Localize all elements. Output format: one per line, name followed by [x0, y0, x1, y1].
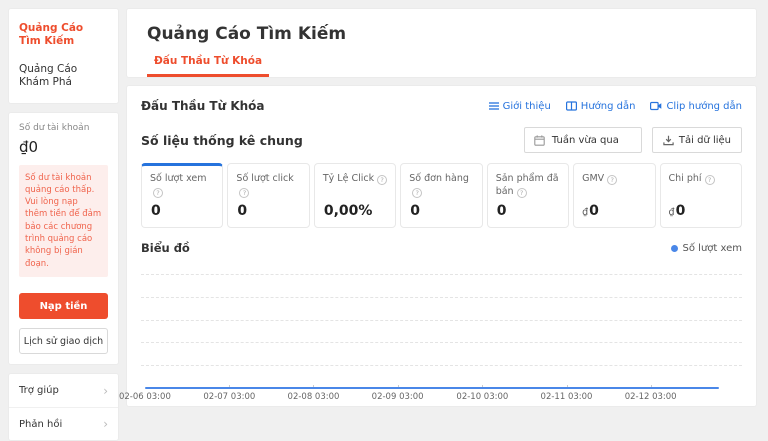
stat-label: Số đơn hàng?: [409, 173, 469, 199]
calendar-icon: [534, 134, 545, 146]
stat-value: 0,00%: [323, 203, 373, 219]
stat-label: Chi phí?: [669, 173, 733, 201]
stat-label: Sản phẩm đã bán?: [495, 173, 559, 199]
stat-cards-row: Số lượt xem? 0 Số lượt click? 0 Tỷ Lệ Cl…: [141, 163, 742, 228]
legend-dot-icon: [670, 244, 678, 252]
chart-plot-area: [141, 263, 742, 389]
stats-header-row: Số liệu thống kê chung Tuần vừa qua Tải …: [141, 127, 742, 153]
video-icon: [650, 101, 662, 111]
chart-title: Biểu đồ: [141, 241, 190, 255]
sidebar-item-discovery-ads[interactable]: Quảng Cáo Khám Phá: [19, 63, 108, 89]
stat-label: GMV?: [582, 173, 646, 201]
help-icon[interactable]: ?: [377, 175, 388, 186]
chevron-right-icon: ›: [103, 383, 108, 398]
stat-value: 0: [410, 203, 421, 219]
stat-card-ctr[interactable]: Tỷ Lệ Click? 0,00%: [313, 163, 397, 228]
gridline: [141, 297, 742, 299]
stat-card-orders[interactable]: Số đơn hàng? 0: [400, 163, 483, 228]
help-link[interactable]: Trợ giúp ›: [9, 374, 118, 407]
help-icon[interactable]: ?: [516, 188, 527, 199]
page-title: Quảng Cáo Tìm Kiếm: [147, 24, 347, 44]
sidebar-nav-card: Quảng Cáo Tìm Kiếm Quảng Cáo Khám Phá: [8, 8, 119, 104]
x-axis-label: 02-09 03:00: [371, 392, 424, 402]
stat-card-items-sold[interactable]: Sản phẩm đã bán? 0: [486, 163, 570, 228]
page: Quảng Cáo Tìm Kiếm Quảng Cáo Khám Phá Số…: [0, 0, 768, 441]
help-icon[interactable]: ?: [607, 175, 618, 186]
help-icon[interactable]: ?: [153, 188, 163, 199]
help-link-label: Trợ giúp: [19, 385, 59, 396]
date-range-value: Tuần vừa qua: [551, 134, 619, 146]
tab-keyword-bidding[interactable]: Đấu Thầu Từ Khóa: [147, 51, 270, 77]
sidebar-links-card: Trợ giúp › Phản hồi ›: [8, 373, 119, 441]
x-axis-label: 02-08 03:00: [287, 392, 340, 402]
feedback-link[interactable]: Phản hồi ›: [9, 407, 118, 440]
x-axis-label: 02-06 03:00: [118, 392, 171, 402]
intro-link-label: Giới thiệu: [502, 100, 551, 112]
stats-title: Số liệu thống kê chung: [141, 132, 303, 148]
transaction-history-button[interactable]: Lịch sử giao dịch: [19, 328, 108, 354]
balance-value: ₫0: [19, 137, 39, 156]
help-icon[interactable]: ?: [412, 188, 423, 199]
gridline: [141, 365, 742, 367]
list-icon: [488, 102, 499, 110]
help-icon[interactable]: ?: [704, 175, 715, 186]
balance-card: Số dư tài khoản ₫0 Số dư tài khoản quảng…: [8, 111, 119, 365]
stats-controls: Tuần vừa qua Tải dữ liệu: [523, 127, 742, 153]
balance-label: Số dư tài khoản: [19, 122, 90, 133]
chart-legend[interactable]: Số lượt xem: [670, 242, 742, 254]
page-header: Quảng Cáo Tìm Kiếm Đấu Thầu Từ Khóa: [126, 8, 757, 78]
stat-value: ₫0: [582, 203, 599, 219]
guide-link[interactable]: Hướng dẫn: [565, 100, 636, 112]
doc-links: Giới thiệu Hướng dẫn Clip hướng dẫn: [488, 100, 742, 112]
date-range-select[interactable]: Tuần vừa qua: [523, 127, 642, 153]
gridline: [141, 342, 742, 344]
sidebar: Quảng Cáo Tìm Kiếm Quảng Cáo Khám Phá Số…: [8, 8, 119, 441]
stat-value: 0: [237, 203, 248, 219]
gridline: [141, 319, 742, 321]
intro-link[interactable]: Giới thiệu: [488, 100, 551, 112]
book-icon: [565, 101, 577, 111]
stat-card-clicks[interactable]: Số lượt click? 0: [227, 163, 310, 228]
guide-link-label: Hướng dẫn: [580, 100, 636, 112]
x-axis-label: 02-07 03:00: [203, 392, 256, 402]
stat-card-gmv[interactable]: GMV? ₫0: [573, 163, 656, 228]
chart-x-axis: 02-06 03:00 02-07 03:00 02-08 03:00 02-0…: [119, 389, 742, 406]
low-balance-warning: Số dư tài khoản quảng cáo thấp. Vui lòng…: [19, 164, 108, 277]
main-panel: Quảng Cáo Tìm Kiếm Đấu Thầu Từ Khóa Đấu …: [119, 8, 757, 407]
stat-label: Tỷ Lệ Click?: [323, 173, 388, 201]
stat-label: Số lượt xem?: [150, 173, 207, 199]
gridline: [141, 274, 742, 276]
help-icon[interactable]: ?: [239, 188, 250, 199]
x-axis-label: 02-10 03:00: [456, 392, 509, 402]
stat-card-cost[interactable]: Chi phí? ₫0: [659, 163, 742, 228]
download-icon: [663, 135, 674, 145]
sidebar-item-search-ads[interactable]: Quảng Cáo Tìm Kiếm: [19, 22, 108, 48]
clip-guide-link[interactable]: Clip hướng dẫn: [650, 101, 742, 112]
x-axis-label: 02-12 03:00: [624, 392, 677, 402]
stat-card-views[interactable]: Số lượt xem? 0: [141, 163, 224, 228]
chart-header-row: Biểu đồ Số lượt xem: [141, 241, 742, 255]
x-axis-label: 02-11 03:00: [540, 392, 593, 402]
section-title: Đấu Thầu Từ Khóa: [141, 99, 265, 113]
stat-value: ₫0: [668, 203, 686, 219]
feedback-link-label: Phản hồi: [19, 418, 63, 430]
section-header-row: Đấu Thầu Từ Khóa Giới thiệu Hướng dẫn Cl…: [141, 99, 742, 113]
download-data-button[interactable]: Tải dữ liệu: [651, 127, 742, 153]
stat-value: 0: [151, 203, 161, 219]
legend-label: Số lượt xem: [682, 242, 742, 254]
chevron-right-icon: ›: [103, 417, 108, 431]
download-data-label: Tải dữ liệu: [678, 134, 731, 146]
stat-value: 0: [496, 203, 507, 219]
content-card: Đấu Thầu Từ Khóa Giới thiệu Hướng dẫn Cl…: [119, 85, 757, 407]
topup-button[interactable]: Nạp tiền: [19, 293, 108, 319]
clip-guide-link-label: Clip hướng dẫn: [666, 100, 742, 112]
stat-label: Số lượt click?: [236, 173, 294, 199]
